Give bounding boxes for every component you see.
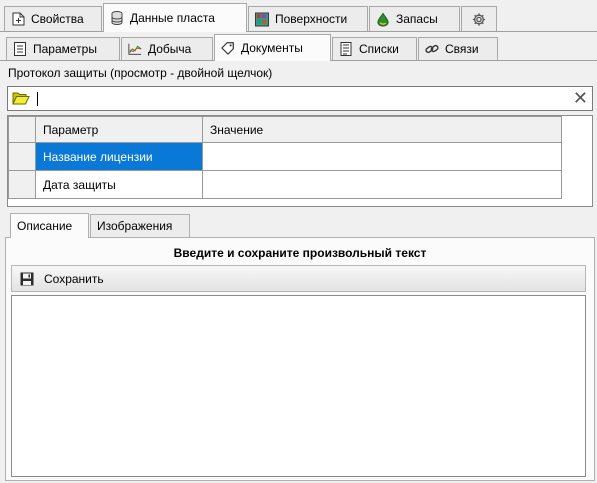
tab-properties[interactable]: Свойства — [4, 6, 102, 31]
gear-icon — [472, 12, 486, 26]
floppy-disk-icon — [20, 272, 34, 286]
cell-value[interactable] — [202, 170, 562, 199]
tab-description[interactable]: Описание — [10, 213, 89, 238]
tab-reserves[interactable]: Запасы — [369, 6, 460, 31]
list-icon — [339, 42, 353, 56]
description-textarea[interactable] — [11, 295, 586, 477]
tab-links[interactable]: Связи — [418, 37, 498, 60]
tab-production[interactable]: Добыча — [121, 37, 213, 60]
line-chart-icon — [128, 42, 142, 56]
save-button-label: Сохранить — [44, 271, 104, 286]
surface-grid-icon — [255, 12, 269, 26]
top-tab-bar: Свойства Данные пласта Поверхности Запас… — [0, 0, 597, 32]
tab-surfaces[interactable]: Поверхности — [248, 6, 368, 31]
document-plus-icon — [11, 12, 25, 26]
tab-surfaces-label: Поверхности — [275, 12, 348, 26]
clear-icon[interactable]: ✕ — [573, 88, 588, 108]
cell-param[interactable]: Название лицензии — [35, 142, 203, 171]
tab-parameters[interactable]: Параметры — [6, 37, 120, 60]
tab-documents-label: Документы — [241, 41, 303, 55]
tab-settings[interactable] — [461, 6, 497, 31]
database-icon — [110, 11, 124, 25]
cell-value[interactable] — [202, 142, 562, 171]
row-header-corner — [8, 116, 36, 143]
tab-reserves-label: Запасы — [396, 12, 438, 26]
tag-icon — [221, 41, 235, 55]
sub-tab-bar: Параметры Добыча Документы Списки Связи — [0, 32, 597, 61]
row-header[interactable] — [8, 142, 36, 171]
tab-documents[interactable]: Документы — [214, 34, 331, 61]
list-document-icon — [13, 42, 27, 56]
table-row[interactable]: Название лицензии — [8, 142, 562, 171]
link-icon — [425, 42, 439, 56]
tab-images[interactable]: Изображения — [90, 214, 190, 237]
text-cursor — [37, 92, 38, 106]
reserves-drop-icon — [376, 12, 390, 26]
tab-lists-label: Списки — [359, 42, 399, 56]
tab-layer-data[interactable]: Данные пласта — [103, 3, 247, 32]
table-row[interactable]: Дата защиты — [8, 170, 562, 199]
tab-parameters-label: Параметры — [33, 42, 97, 56]
tab-links-label: Связи — [445, 42, 479, 56]
column-header-value[interactable]: Значение — [202, 116, 562, 143]
tab-layer-data-label: Данные пласта — [130, 11, 215, 25]
grid-header-row: Параметр Значение — [8, 116, 562, 143]
folder-open-icon[interactable] — [12, 91, 30, 109]
description-heading: Введите и сохраните произвольный текст — [173, 246, 427, 260]
tab-production-label: Добыча — [148, 42, 192, 56]
tab-properties-label: Свойства — [31, 12, 84, 26]
tab-lists[interactable]: Списки — [332, 37, 417, 60]
cell-param[interactable]: Дата защиты — [35, 170, 203, 199]
column-header-param[interactable]: Параметр — [35, 116, 203, 143]
protocol-path-input[interactable]: ✕ — [7, 86, 593, 111]
license-grid: Параметр Значение Название лицензии Дата… — [7, 115, 593, 207]
row-header[interactable] — [8, 170, 36, 199]
save-button[interactable]: Сохранить — [11, 265, 586, 292]
protocol-caption: Протокол защиты (просмотр - двойной щелч… — [8, 66, 273, 80]
description-tab-bar: Описание Изображения — [5, 213, 595, 238]
